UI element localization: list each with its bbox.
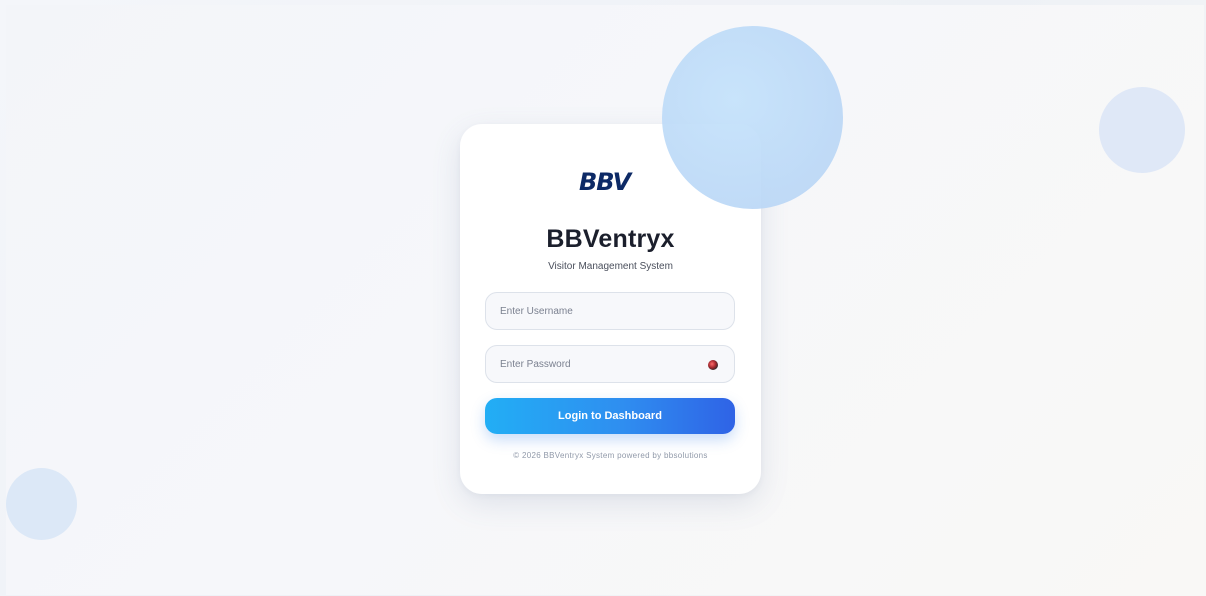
- password-field-wrapper: [485, 345, 735, 383]
- page-subtitle: Visitor Management System: [548, 261, 673, 272]
- username-input[interactable]: [486, 293, 734, 329]
- eye-icon[interactable]: [708, 360, 718, 370]
- decorative-circle-right: [1099, 87, 1185, 173]
- bbv-logo-icon: BBV: [579, 168, 635, 196]
- login-button[interactable]: Login to Dashboard: [485, 398, 735, 434]
- username-field-wrapper: [485, 292, 735, 330]
- password-input[interactable]: [486, 346, 734, 382]
- decorative-circle-large: [662, 26, 843, 209]
- footer-copyright: © 2026 BBVentryx System powered by bbsol…: [513, 451, 708, 460]
- logo-text: BBV: [579, 168, 634, 196]
- page-title: BBVentryx: [546, 225, 675, 253]
- page-background: BBV BBVentryx Visitor Management System …: [6, 5, 1204, 595]
- decorative-circle-left: [6, 468, 77, 540]
